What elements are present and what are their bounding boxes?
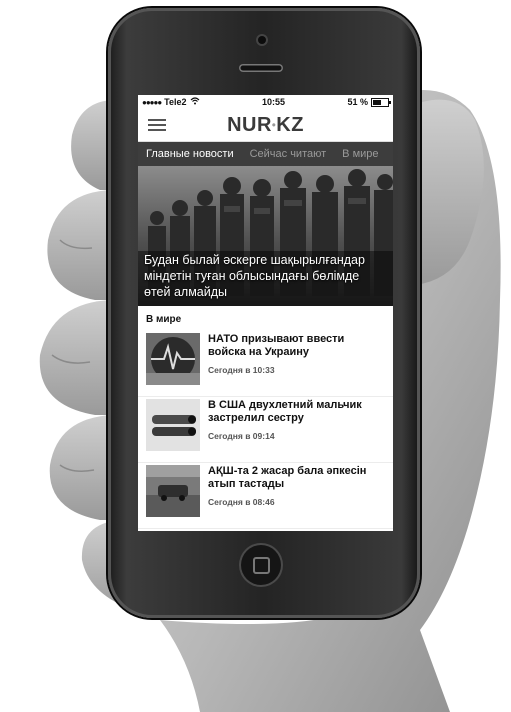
news-time: Сегодня в 09:14 [208,431,275,441]
news-time: Сегодня в 10:33 [208,365,275,375]
status-time: 10:55 [261,97,286,107]
battery-percent: 51 % [347,97,368,107]
earpiece-speaker [239,64,283,72]
news-item[interactable]: АҚШ-та 2 жасар бала әпкесін атып тастады… [138,463,393,529]
home-button[interactable] [241,545,281,585]
front-camera [258,36,266,44]
carrier-name: Tele2 [164,97,187,107]
phone-screen: ●●●●● Tele2 10:55 51 % NUR•KZ Главные но… [138,95,393,531]
category-tabs: Главные новости Сейчас читают В мире [138,142,393,166]
news-item[interactable]: НАТО призывают ввести войска на Украину … [138,331,393,397]
wifi-icon [190,97,200,107]
news-title: В США двухлетний мальчик застрелил сестр… [208,399,362,424]
news-thumbnail [146,333,200,385]
signal-icon: ●●●●● [142,97,162,107]
news-item[interactable]: В США двухлетний мальчик застрелил сестр… [138,397,393,463]
logo-text-left: NUR [227,113,272,136]
battery-icon [370,97,391,107]
news-title: АҚШ-та 2 жасар бала әпкесін атып тастады [208,465,367,490]
news-thumbnail [146,399,200,451]
tab-world[interactable]: В мире [334,148,386,160]
app-logo[interactable]: NUR•KZ [138,114,393,137]
news-list: НАТО призывают ввести войска на Украину … [138,331,393,529]
app-header: NUR•KZ [138,109,393,142]
tab-main-news[interactable]: Главные новости [138,148,242,160]
logo-text-right: KZ [276,113,304,136]
hero-caption: Будан былай әскерге шақырылғандар міндет… [144,253,365,299]
news-thumbnail [146,465,200,517]
hero-article[interactable]: Будан былай әскерге шақырылғандар міндет… [138,166,393,306]
tab-now-reading[interactable]: Сейчас читают [242,148,335,160]
news-time: Сегодня в 08:46 [208,497,275,507]
news-title: НАТО призывают ввести войска на Украину [208,333,345,358]
status-bar: ●●●●● Tele2 10:55 51 % [138,95,393,109]
section-title: В мире [146,314,182,325]
phone-device: ●●●●● Tele2 10:55 51 % NUR•KZ Главные но… [108,8,420,618]
